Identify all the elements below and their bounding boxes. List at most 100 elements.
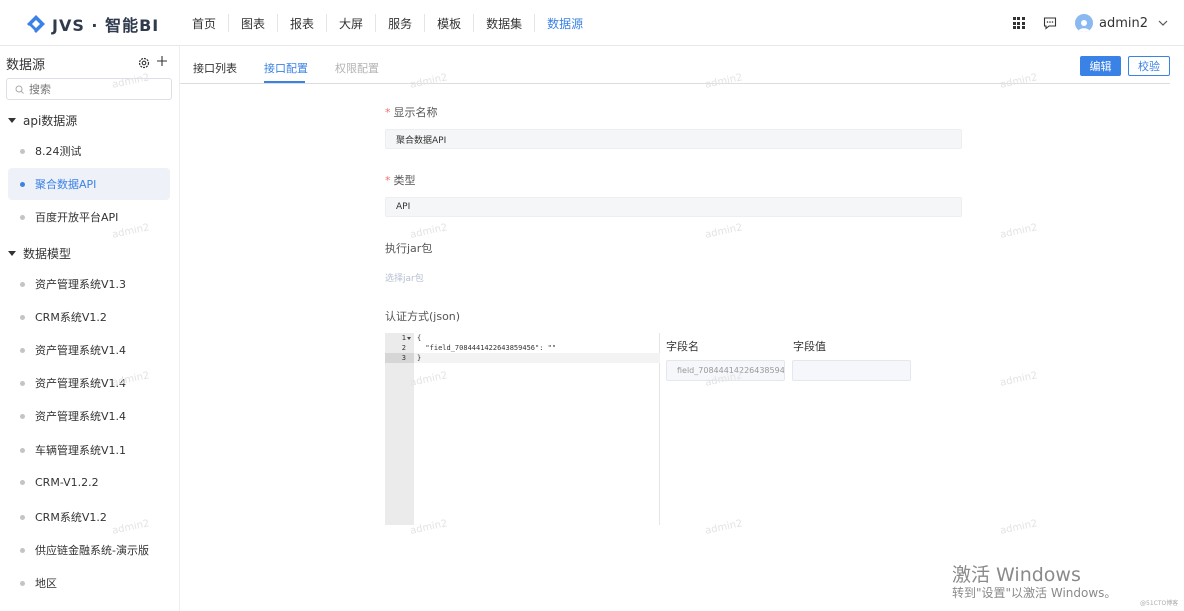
verify-button[interactable]: 校验 — [1128, 56, 1170, 76]
username[interactable]: admin2 — [1099, 16, 1148, 31]
select-jar-link[interactable]: 选择jar包 — [385, 271, 424, 284]
nav-item-datasource[interactable]: 数据源 — [535, 15, 595, 32]
field-value-header: 字段值 — [793, 340, 826, 353]
dot-icon — [20, 380, 25, 386]
dot-icon — [20, 514, 25, 520]
tree-item-label: 地区 — [35, 577, 57, 590]
dot-icon — [20, 580, 25, 586]
watermark: admin2 — [999, 370, 1039, 389]
field-name-input[interactable]: field_7084441422643859456 — [666, 360, 785, 381]
dot-icon — [20, 314, 25, 320]
tree-group-label: api数据源 — [23, 114, 78, 128]
tree-item-label: 供应链金融系统-演示版 — [35, 544, 149, 557]
nav-item-reports[interactable]: 报表 — [278, 15, 326, 32]
line-number: 2 — [401, 344, 406, 352]
message-icon[interactable] — [1043, 16, 1057, 30]
json-code-editor[interactable]: 1 2 3 { "field_7084441422643859456": "" … — [385, 333, 660, 525]
dot-icon — [20, 347, 25, 353]
dot-icon — [20, 447, 25, 453]
auth-method-label: 认证方式(json) — [385, 310, 461, 323]
tree-item-label: 资产管理系统V1.4 — [35, 410, 127, 423]
watermark: admin2 — [999, 222, 1039, 241]
sidebar: 数据源 api数据源 8.24测试 聚合数据API 百度开放平台API 数据模型… — [0, 46, 180, 611]
tree-item[interactable]: 资产管理系统V1.4 — [8, 334, 170, 366]
caret-down-icon — [8, 251, 16, 256]
tree-item[interactable]: 资产管理系统V1.3 — [8, 268, 170, 300]
dot-icon — [20, 148, 25, 154]
tree-item-label: CRM-V1.2.2 — [35, 475, 99, 489]
tree-item[interactable]: 资产管理系统V1.4 — [8, 400, 170, 432]
field-name-header: 字段名 — [666, 340, 699, 353]
search-icon — [15, 85, 24, 94]
nav-item-services[interactable]: 服务 — [376, 15, 424, 32]
top-right-tools: admin2 — [1012, 0, 1168, 46]
top-navbar: JVS · 智能BI 首页 图表 报表 大屏 服务 模板 数据集 数据源 adm… — [0, 0, 1184, 46]
tree-group-model[interactable]: 数据模型 — [8, 245, 71, 262]
add-icon[interactable] — [156, 55, 168, 67]
type-field[interactable]: API — [385, 197, 962, 217]
avatar[interactable] — [1074, 14, 1093, 32]
tab-permission-config[interactable]: 权限配置 — [335, 60, 379, 76]
settings-icon[interactable] — [138, 57, 150, 69]
chevron-down-icon[interactable] — [1158, 18, 1168, 28]
jar-label: 执行jar包 — [385, 242, 433, 255]
windows-activation-hint: 转到"设置"以激活 Windows。 — [952, 586, 1117, 600]
dot-icon — [20, 413, 25, 419]
tree-item[interactable]: CRM-V1.2.2 — [8, 466, 170, 498]
tree-item[interactable]: 资产管理系统V1.4 — [8, 367, 170, 399]
code-line: "field_7084441422643859456": "" — [417, 344, 557, 352]
tree-item-label: CRM系统V1.2 — [35, 511, 107, 524]
type-label: * 类型 — [385, 172, 416, 188]
nav-item-charts[interactable]: 图表 — [229, 15, 277, 32]
tab-interface-config[interactable]: 接口配置 — [264, 60, 308, 76]
tree-item[interactable]: 地区 — [8, 567, 170, 599]
tree-item[interactable]: 供应链金融系统-演示版 — [8, 534, 170, 566]
config-tabs: 接口列表 接口配置 权限配置 — [180, 46, 1170, 84]
active-line-highlight — [414, 353, 660, 363]
tree-group-label: 数据模型 — [23, 247, 72, 261]
tree-item[interactable]: CRM系统V1.2 — [8, 501, 170, 533]
corner-watermark: @51CTO博客 — [1140, 600, 1179, 607]
tree-item[interactable]: 8.24测试 — [8, 135, 170, 167]
tree-item-label: CRM系统V1.2 — [35, 311, 107, 324]
tree-item-label: 百度开放平台API — [35, 211, 119, 224]
tree-item[interactable]: CRM系统V1.2 — [8, 301, 170, 333]
display-name-field[interactable]: 聚合数据API — [385, 129, 962, 149]
tree-item-label: 聚合数据API — [35, 178, 97, 191]
sidebar-search[interactable] — [6, 78, 172, 100]
code-line: { — [417, 334, 422, 342]
logo-icon — [27, 15, 45, 33]
tab-interface-list[interactable]: 接口列表 — [193, 60, 237, 76]
tree-item-active[interactable]: 聚合数据API — [8, 168, 170, 200]
dot-icon — [20, 479, 25, 485]
caret-down-icon — [8, 118, 16, 123]
dot-icon — [20, 281, 25, 287]
user-icon — [1077, 20, 1090, 32]
tree-item[interactable]: 百度开放平台API — [8, 201, 170, 233]
windows-activation-title: 激活 Windows — [952, 564, 1081, 586]
app-grid-icon[interactable] — [1012, 17, 1025, 29]
nav-item-templates[interactable]: 模板 — [425, 15, 473, 32]
fold-arrow-icon[interactable] — [407, 337, 411, 340]
watermark: admin2 — [704, 518, 744, 537]
dot-icon — [20, 181, 25, 187]
nav-item-big-screen[interactable]: 大屏 — [327, 15, 375, 32]
display-name-label: * 显示名称 — [385, 104, 438, 120]
dot-icon — [20, 547, 25, 553]
edit-button[interactable]: 编辑 — [1080, 56, 1121, 76]
sidebar-title: 数据源 — [6, 57, 46, 73]
line-number: 3 — [385, 353, 414, 363]
tree-item[interactable]: 车辆管理系统V1.1 — [8, 434, 170, 466]
search-input[interactable] — [29, 82, 159, 96]
nav-item-home[interactable]: 首页 — [180, 15, 228, 32]
tree-item-label: 资产管理系统V1.3 — [35, 278, 127, 291]
tree-group-api[interactable]: api数据源 — [8, 112, 77, 129]
nav-item-datasets[interactable]: 数据集 — [474, 15, 534, 32]
tree-item-label: 资产管理系统V1.4 — [35, 377, 127, 390]
watermark: admin2 — [999, 518, 1039, 537]
tree-item-label: 8.24测试 — [35, 145, 82, 158]
sidebar-header: 数据源 — [6, 51, 172, 75]
watermark: admin2 — [409, 222, 449, 241]
field-value-input[interactable] — [792, 360, 911, 381]
brand-logo[interactable]: JVS · 智能BI — [26, 12, 159, 36]
